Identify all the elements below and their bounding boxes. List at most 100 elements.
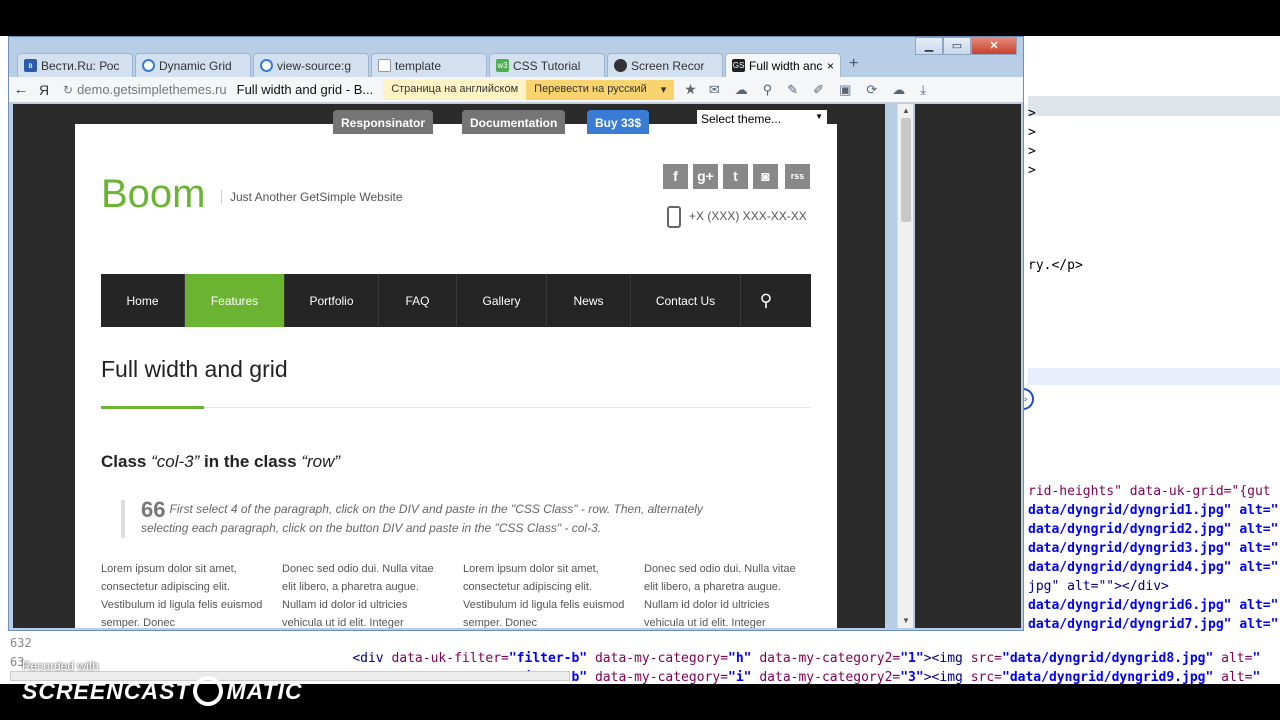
browser-window: ▁ ▭ ✕ в Вести.Ru: Рос Dynamic Grid view-s… xyxy=(8,36,1024,631)
code-fragment: data/dyngrid/dyngrid6.jpg" alt=" xyxy=(1028,598,1279,613)
nav-portfolio[interactable]: Portfolio xyxy=(285,274,379,327)
content-margin xyxy=(915,104,1021,628)
twitter-icon[interactable]: t xyxy=(723,164,748,189)
reload-icon[interactable]: ↻ xyxy=(63,83,73,97)
tab-dynamic-grid[interactable]: Dynamic Grid xyxy=(135,53,251,77)
address-bar: ← Я ↻ demo.getsimplethemes.ru Full width… xyxy=(9,77,1023,103)
code-fragment: > xyxy=(1028,125,1036,140)
search-extension-icon[interactable]: ⚲ xyxy=(763,82,773,98)
window-controls: ▁ ▭ ✕ xyxy=(915,37,1017,55)
code-fragment: > xyxy=(1028,106,1036,121)
tab-screen-recorder[interactable]: Screen Recor xyxy=(607,53,723,77)
documentation-button[interactable]: Documentation xyxy=(462,110,566,134)
tab-full-width[interactable]: GS Full width anc × xyxy=(725,53,841,77)
back-button[interactable]: ← xyxy=(9,81,33,98)
search-icon[interactable]: ⚲ xyxy=(741,274,791,327)
loading-icon xyxy=(260,59,273,72)
pen-icon[interactable]: ✐ xyxy=(813,82,824,98)
gs-icon: GS xyxy=(732,59,745,72)
demo-topbar: Responsinator Documentation Buy 33$ Sele… xyxy=(13,104,885,134)
chevron-down-icon[interactable]: ▾ xyxy=(661,83,667,97)
scroll-up-icon[interactable]: ▲ xyxy=(902,106,910,115)
nav-news[interactable]: News xyxy=(547,274,631,327)
main-nav: Home Features Portfolio FAQ Gallery News… xyxy=(101,274,811,327)
code-fragment: data/dyngrid/dyngrid4.jpg" alt=" xyxy=(1028,560,1279,575)
tab-view-source[interactable]: view-source:g xyxy=(253,53,369,77)
section-heading: Class “col-3” in the class “row” xyxy=(101,452,341,471)
code-fragment: data/dyngrid/dyngrid7.jpg" alt=" xyxy=(1028,617,1279,632)
sync-icon[interactable]: ⟳ xyxy=(866,82,877,98)
nav-home[interactable]: Home xyxy=(101,274,185,327)
minimize-button[interactable]: ▁ xyxy=(915,37,943,55)
weather-icon[interactable]: ☁ xyxy=(735,82,748,98)
vesti-icon: в xyxy=(24,59,37,72)
screencast-icon xyxy=(614,59,627,72)
heading-underline xyxy=(101,406,204,409)
translate-source-label: Страница на английском xyxy=(383,79,527,100)
url-field[interactable]: demo.getsimplethemes.ru xyxy=(77,82,227,97)
yandex-button[interactable]: Я xyxy=(33,82,55,98)
heading-divider xyxy=(204,407,811,408)
facebook-icon[interactable]: f xyxy=(663,164,688,189)
buy-button[interactable]: Buy 33$ xyxy=(587,110,650,134)
code-fragment: > xyxy=(1028,144,1036,159)
screencast-watermark: SCREENCAST MATIC xyxy=(22,676,303,706)
current-line-highlight xyxy=(1028,368,1280,385)
col-3-paragraph: Donec sed odio dui. Nulla vitae elit lib… xyxy=(644,563,796,628)
code-fragment: data/dyngrid/dyngrid1.jpg" alt=" xyxy=(1028,503,1279,518)
phone-number: +X (XXX) XXX-XX-XX xyxy=(689,209,807,223)
page-heading: Full width and grid xyxy=(101,356,288,382)
code-fragment: data/dyngrid/dyngrid3.jpg" alt=" xyxy=(1028,541,1279,556)
eyedropper-icon[interactable]: ✎ xyxy=(787,82,798,98)
col-3-paragraph: Lorem ipsum dolor sit amet, consectetur … xyxy=(463,563,625,628)
tab-css-tutorial[interactable]: w3 CSS Tutorial xyxy=(489,53,605,77)
vertical-scrollbar[interactable]: ▲ ▼ xyxy=(897,104,913,628)
site-tagline: Just Another GetSimple Website xyxy=(221,190,403,204)
instagram-icon[interactable]: ◙ xyxy=(753,164,778,189)
col-3-paragraph: Donec sed odio dui. Nulla vitae elit lib… xyxy=(282,563,434,628)
code-fragment: jpg" alt=""></div> xyxy=(1028,579,1169,594)
site-page: Boom Just Another GetSimple Website f g+… xyxy=(75,124,837,628)
editor-tab-strip xyxy=(1028,96,1280,116)
tab-template[interactable]: template xyxy=(371,53,487,77)
web-content: Boom Just Another GetSimple Website f g+… xyxy=(13,104,885,628)
tab-vesti[interactable]: в Вести.Ru: Рос xyxy=(17,53,133,77)
quote-icon: 66 xyxy=(141,497,166,522)
line-number: 632 xyxy=(10,636,32,650)
nav-gallery[interactable]: Gallery xyxy=(457,274,547,327)
cloud-icon[interactable]: ☁ xyxy=(892,82,905,98)
translate-button[interactable]: Перевести на русский ▾ xyxy=(526,79,675,100)
rss-icon[interactable]: rss xyxy=(785,164,810,189)
top-black-band xyxy=(0,0,1280,36)
nav-faq[interactable]: FAQ xyxy=(379,274,457,327)
maximize-button[interactable]: ▭ xyxy=(943,37,971,55)
theme-select[interactable]: Select theme... ▼ xyxy=(697,110,827,128)
close-tab-icon[interactable]: × xyxy=(827,59,834,73)
scroll-down-icon[interactable]: ▼ xyxy=(902,616,910,625)
download-icon[interactable]: ⤓ xyxy=(920,82,926,98)
extension-toolbar: ✉ ☁ ⚲ ✎ ✐ ▣ ⟳ ☁ ⤓ xyxy=(709,82,926,98)
blockquote: 66 First select 4 of the paragraph, click… xyxy=(121,497,751,538)
code-fragment: ry.</p> xyxy=(1028,258,1083,273)
tab-strip: в Вести.Ru: Рос Dynamic Grid view-source:… xyxy=(17,53,867,77)
phone-icon xyxy=(667,206,681,228)
responsinator-button[interactable]: Responsinator xyxy=(333,110,434,134)
page-icon xyxy=(378,59,391,72)
w3-icon: w3 xyxy=(496,59,509,72)
nav-contact[interactable]: Contact Us xyxy=(631,274,741,327)
mail-icon[interactable]: ✉ xyxy=(709,82,720,98)
google-plus-icon[interactable]: g+ xyxy=(693,164,718,189)
code-fragment: > xyxy=(1028,163,1036,178)
site-logo[interactable]: Boom xyxy=(101,172,206,217)
new-tab-button[interactable]: + xyxy=(843,53,867,77)
loading-icon xyxy=(142,59,155,72)
scrollbar-thumb[interactable] xyxy=(901,118,911,222)
close-window-button[interactable]: ✕ xyxy=(971,37,1017,55)
window-icon[interactable]: ▣ xyxy=(839,82,851,98)
page-title-in-address: Full width and grid - B... xyxy=(236,82,374,97)
code-fragment: rid-heights" data-uk-grid="{gut xyxy=(1028,484,1271,499)
bookmark-star-icon[interactable]: ★ xyxy=(684,81,697,98)
code-fragment: data/dyngrid/dyngrid2.jpg" alt=" xyxy=(1028,522,1279,537)
nav-features[interactable]: Features xyxy=(185,274,285,327)
record-icon xyxy=(193,676,224,706)
